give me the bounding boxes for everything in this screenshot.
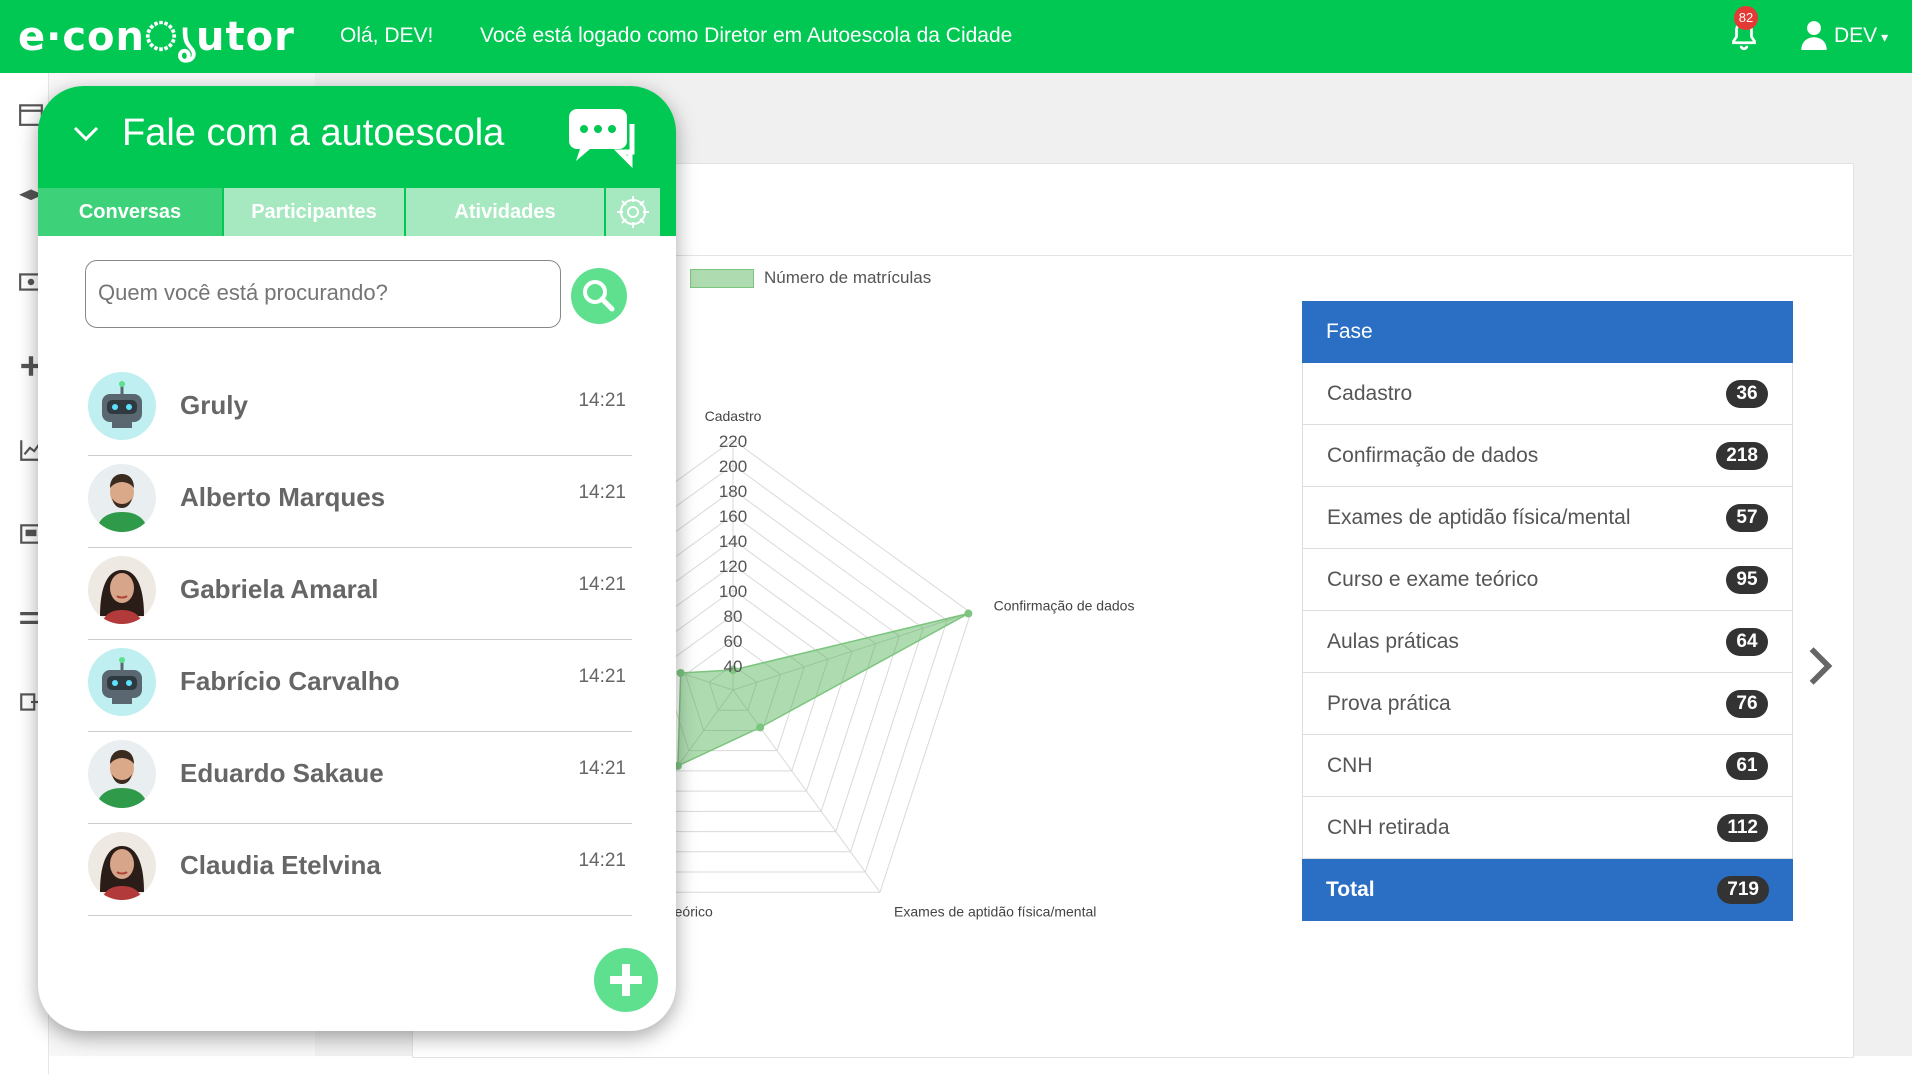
conversation-time: 14:21 <box>578 390 626 411</box>
plus-icon <box>610 964 642 996</box>
logged-as-text: Você está logado como Diretor em Autoesc… <box>480 24 1013 47</box>
settings-button[interactable] <box>606 188 660 236</box>
radar-data-point <box>756 723 765 732</box>
conversation-name: Fabrício Carvalho <box>180 666 400 696</box>
conversation-name: Gabriela Amaral <box>180 574 379 604</box>
phase-total-label: Total <box>1326 878 1375 901</box>
tab-participantes[interactable]: Participantes <box>224 188 404 236</box>
avatar <box>88 740 156 808</box>
avatar <box>88 372 156 440</box>
conversation-name: Gruly <box>180 390 248 420</box>
phase-count: 112 <box>1717 813 1768 842</box>
notification-badge: 82 <box>1734 6 1758 30</box>
caret-down-icon: ▾ <box>1877 29 1889 45</box>
phase-count: 36 <box>1726 379 1768 408</box>
radar-axis-label: Exames de aptidão física/mental <box>894 904 1096 920</box>
conversation-time: 14:21 <box>578 758 626 779</box>
top-bar: e·conൃutor Olá, DEV! Você está logado co… <box>0 0 1912 73</box>
gear-icon <box>617 196 649 228</box>
phase-count: 76 <box>1726 689 1768 718</box>
radar-tick-label: 160 <box>719 507 747 526</box>
chevron-down-icon[interactable] <box>72 124 100 144</box>
conversation-item[interactable]: Gruly 14:21 <box>88 364 632 456</box>
radar-tick-label: 140 <box>719 532 747 551</box>
conversation-name: Alberto Marques <box>180 482 386 512</box>
search-field <box>85 260 561 328</box>
chat-widget: Fale com a autoescola Conversas Particip… <box>38 86 676 1031</box>
phase-label: Prova prática <box>1327 691 1451 715</box>
phase-table-header: Fase <box>1302 301 1793 363</box>
chart-legend: Número de matrículas <box>690 268 931 288</box>
phase-label: CNH retirada <box>1327 815 1450 839</box>
radar-tick-label: 40 <box>724 657 743 676</box>
phase-row: Exames de aptidão física/mental 57 <box>1302 487 1793 549</box>
radar-data-point <box>676 669 685 678</box>
chat-header: Fale com a autoescola <box>38 86 676 186</box>
phase-label: Curso e exame teórico <box>1327 567 1539 591</box>
conversation-name: Claudia Etelvina <box>180 850 381 880</box>
app-logo[interactable]: e·conൃutor <box>18 14 295 60</box>
radar-tick-label: 100 <box>719 582 747 601</box>
phase-header-label: Fase <box>1326 320 1373 343</box>
avatar <box>88 464 156 532</box>
chat-title: Fale com a autoescola <box>122 112 505 154</box>
user-name: DEV <box>1834 24 1878 47</box>
radar-tick-label: 220 <box>719 432 747 451</box>
phase-total-count: 719 <box>1717 876 1769 904</box>
phase-count: 64 <box>1726 627 1768 656</box>
phase-label: Cadastro <box>1327 381 1413 405</box>
phase-label: Exames de aptidão física/mental <box>1327 505 1631 529</box>
avatar <box>88 556 156 624</box>
radar-tick-label: 60 <box>724 632 743 651</box>
radar-axis-label: Cadastro <box>705 408 762 424</box>
phase-count: 218 <box>1716 441 1768 470</box>
radar-tick-label: 200 <box>719 457 747 476</box>
conversation-item[interactable]: Claudia Etelvina 14:21 <box>88 824 632 916</box>
greeting-text: Olá, DEV! <box>340 24 434 47</box>
radar-axis-label: Confirmação de dados <box>994 597 1135 613</box>
conversation-time: 14:21 <box>578 482 626 503</box>
user-menu[interactable]: DEV ▾ <box>1834 24 1888 48</box>
phase-label: Confirmação de dados <box>1327 443 1539 467</box>
conversation-item[interactable]: Gabriela Amaral 14:21 <box>88 548 632 640</box>
radar-tick-label: 80 <box>724 607 743 626</box>
conversation-name: Eduardo Sakaue <box>180 758 384 788</box>
radar-tick-label: 120 <box>719 557 747 576</box>
search-icon <box>583 280 615 312</box>
conversation-time: 14:21 <box>578 574 626 595</box>
phase-count: 95 <box>1726 565 1768 594</box>
phase-row: Cadastro 36 <box>1302 363 1793 425</box>
avatar <box>88 648 156 716</box>
phase-total-row: Total 719 <box>1302 859 1793 921</box>
phase-row: CNH 61 <box>1302 735 1793 797</box>
phase-row: Prova prática 76 <box>1302 673 1793 735</box>
phase-label: CNH <box>1327 753 1373 777</box>
phase-row: Confirmação de dados 218 <box>1302 425 1793 487</box>
tab-conversas[interactable]: Conversas <box>38 188 222 236</box>
conversation-time: 14:21 <box>578 666 626 687</box>
phase-label: Aulas práticas <box>1327 629 1459 653</box>
tab-atividades[interactable]: Atividades <box>406 188 604 236</box>
chevron-right-icon[interactable] <box>1805 645 1835 687</box>
legend-swatch <box>690 268 754 288</box>
conversation-time: 14:21 <box>578 850 626 871</box>
legend-label: Número de matrículas <box>764 268 932 287</box>
conversation-item[interactable]: Eduardo Sakaue 14:21 <box>88 732 632 824</box>
radar-tick-label: 180 <box>719 482 747 501</box>
conversation-item[interactable]: Alberto Marques 14:21 <box>88 456 632 548</box>
phase-row: Aulas práticas 64 <box>1302 611 1793 673</box>
avatar <box>88 832 156 900</box>
conversation-item[interactable]: Fabrício Carvalho 14:21 <box>88 640 632 732</box>
phase-row: Curso e exame teórico 95 <box>1302 549 1793 611</box>
chat-bubbles-icon <box>569 109 635 168</box>
phase-count: 61 <box>1726 751 1768 780</box>
search-button[interactable] <box>571 268 627 324</box>
search-input[interactable] <box>96 279 540 307</box>
phase-table: Fase Cadastro 36 Confirmação de dados 218 Ex… <box>1302 301 1793 921</box>
phase-count: 57 <box>1726 503 1768 532</box>
new-conversation-button[interactable] <box>594 948 658 1012</box>
user-icon[interactable] <box>1800 20 1828 50</box>
phase-row: CNH retirada 112 <box>1302 797 1793 859</box>
radar-data-point <box>964 609 973 618</box>
